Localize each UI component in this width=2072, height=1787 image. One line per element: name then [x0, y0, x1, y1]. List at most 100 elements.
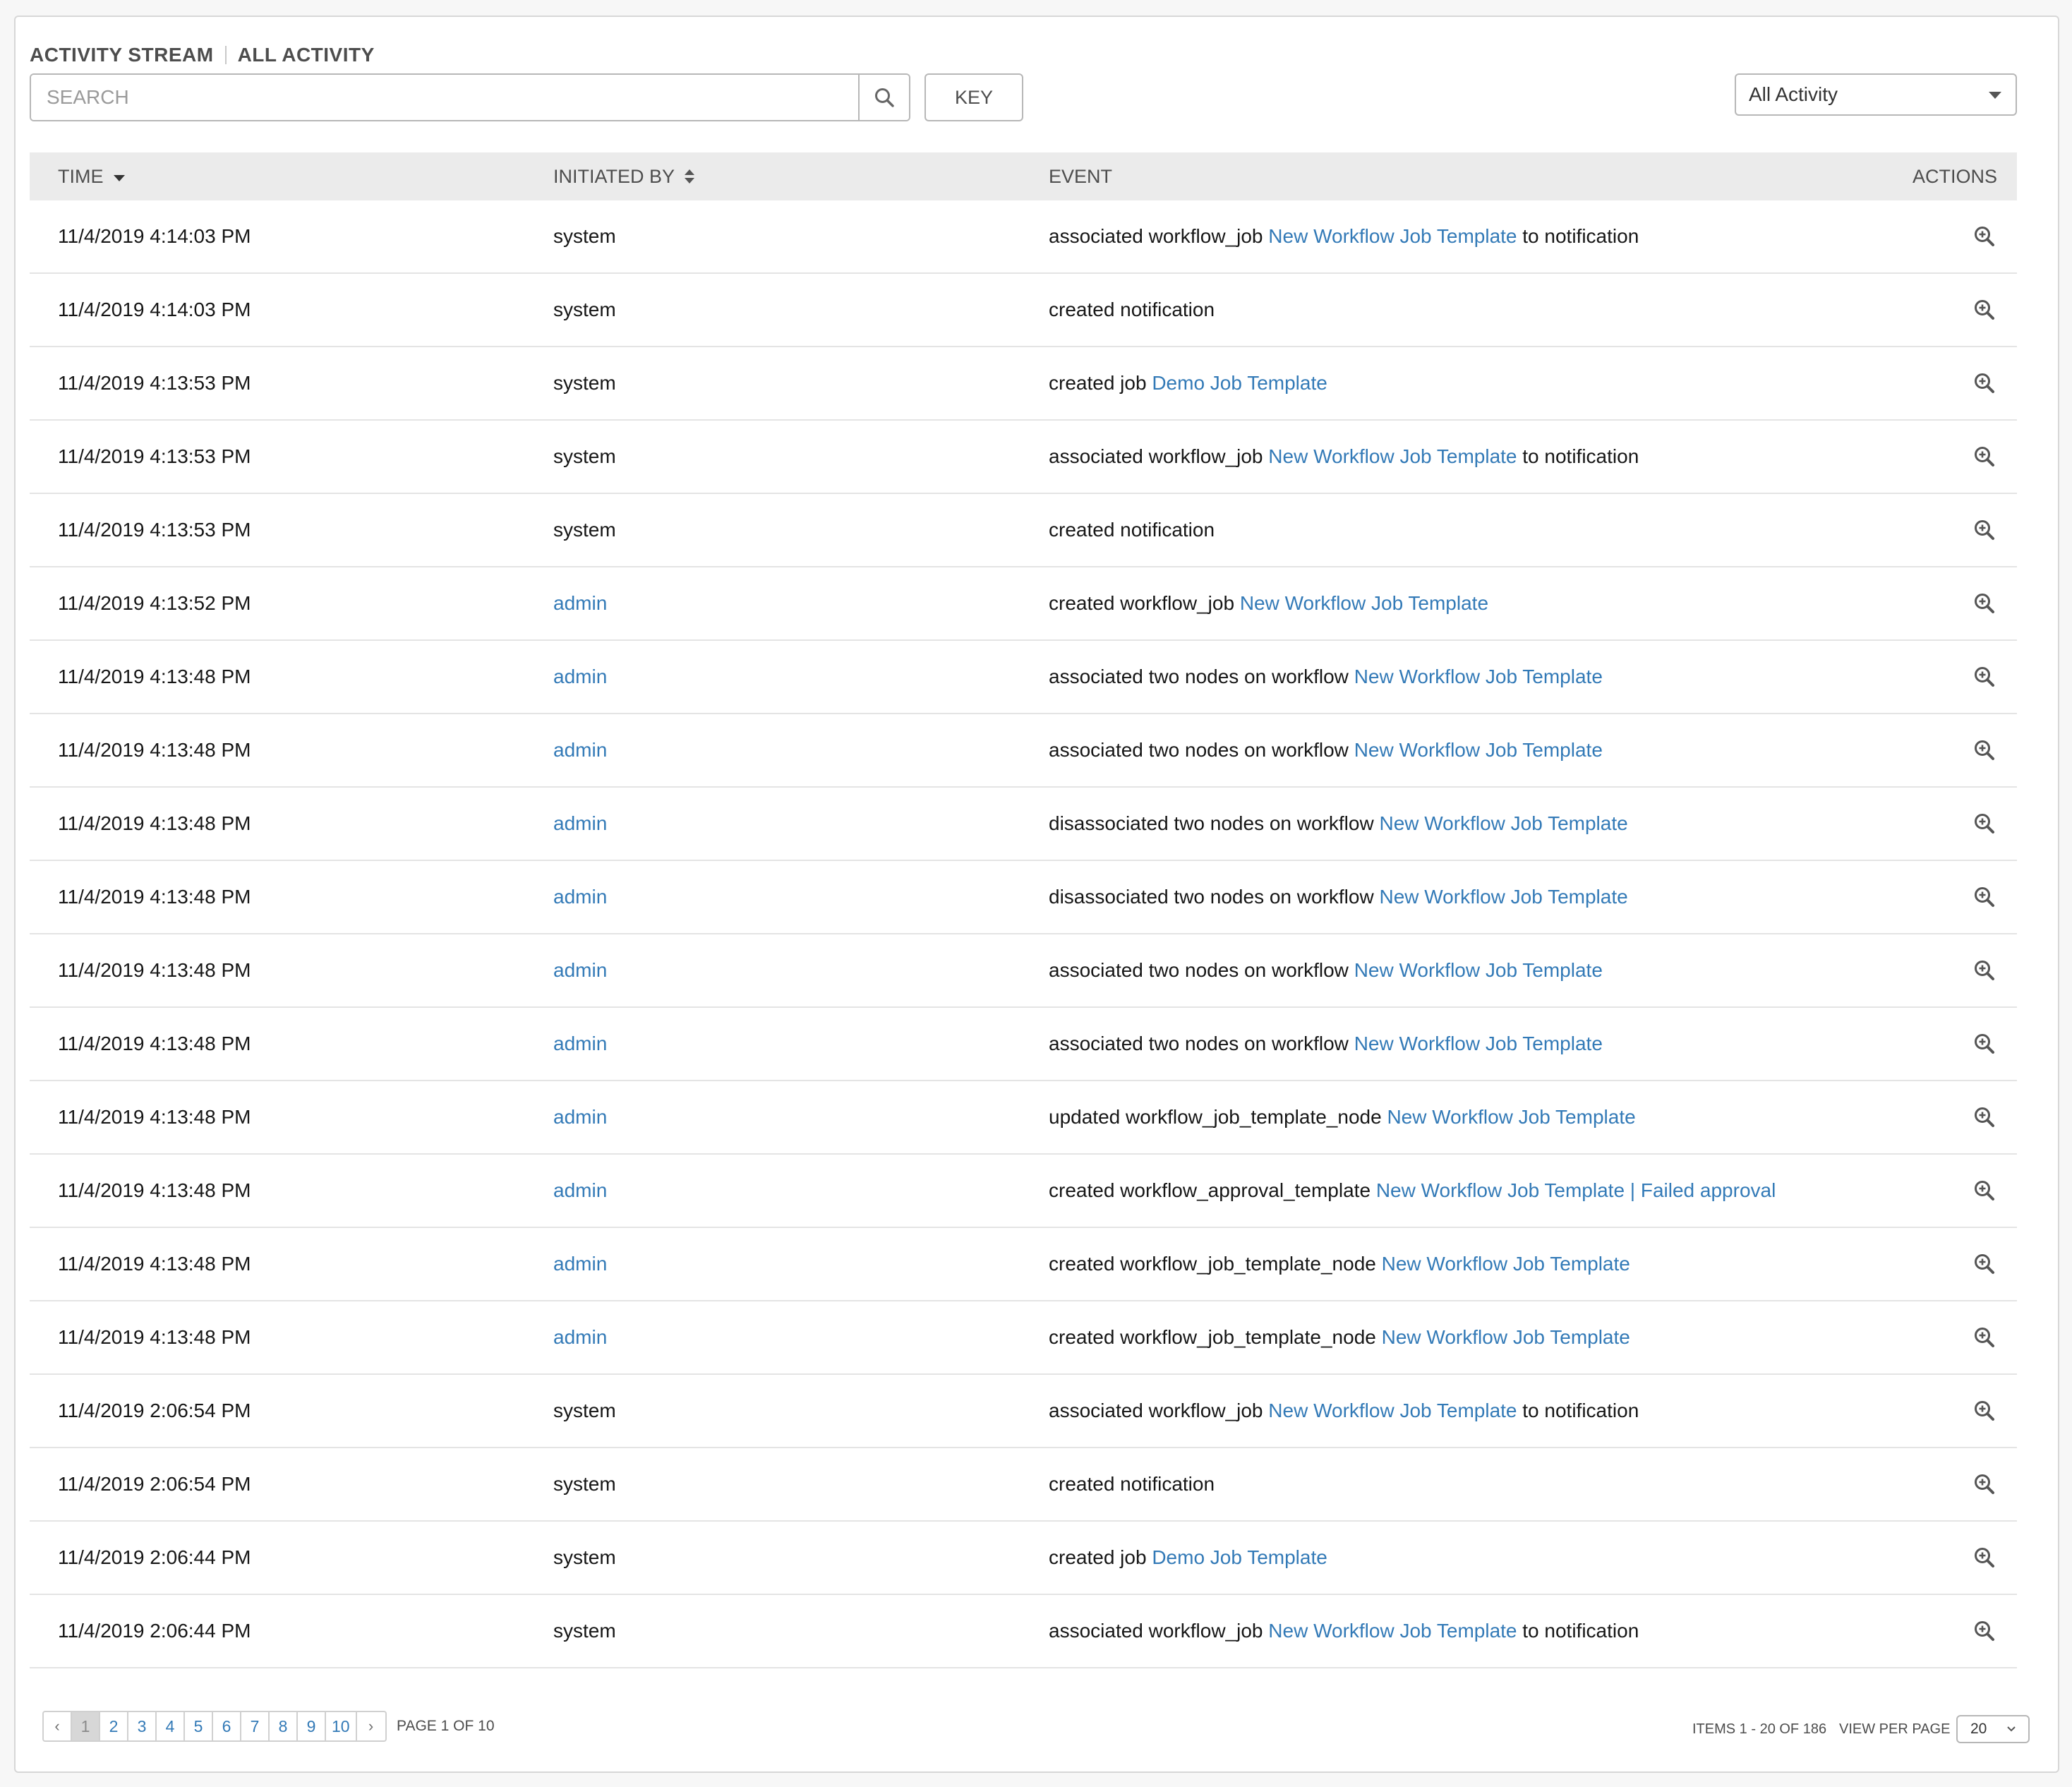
row-initiator: system	[553, 1400, 616, 1421]
row-time: 11/4/2019 4:13:48 PM	[58, 1033, 251, 1054]
initiator-link[interactable]: admin	[553, 1081, 607, 1153]
event-object-link[interactable]: New Workflow Job Template | Failed appro…	[1376, 1179, 1776, 1202]
table-row: 11/4/2019 4:13:48 PM admin created workflo…	[30, 1228, 2017, 1301]
view-details-button[interactable]	[1973, 1448, 1996, 1520]
row-time: 11/4/2019 4:13:53 PM	[58, 372, 251, 394]
event-object-link[interactable]: New Workflow Job Template	[1354, 666, 1603, 688]
event-object-link[interactable]: New Workflow Job Template	[1379, 812, 1627, 835]
view-details-button[interactable]	[1973, 1155, 1996, 1227]
view-details-button[interactable]	[1973, 1228, 1996, 1300]
view-details-button[interactable]	[1973, 567, 1996, 639]
search-button[interactable]	[858, 75, 909, 120]
pagination-page-4[interactable]: 4	[157, 1712, 185, 1740]
table-row: 11/4/2019 4:13:48 PM admin disassociated t…	[30, 788, 2017, 861]
view-details-button[interactable]	[1973, 494, 1996, 566]
table-row: 11/4/2019 4:13:53 PM system created notifi…	[30, 494, 2017, 567]
pagination-page-10[interactable]: 10	[326, 1712, 357, 1740]
row-event: created workflow_job New Workflow Job Te…	[1049, 567, 1488, 639]
event-object-link[interactable]: New Workflow Job Template	[1354, 959, 1603, 982]
event-text: disassociated two nodes on workflow	[1049, 886, 1374, 908]
view-details-button[interactable]	[1973, 1081, 1996, 1153]
initiator-link[interactable]: admin	[553, 861, 607, 933]
activity-table-body: 11/4/2019 4:14:03 PM system associated wor…	[30, 200, 2017, 1668]
pagination-prev-button[interactable]: ‹	[44, 1712, 72, 1740]
row-time: 11/4/2019 4:13:48 PM	[58, 959, 251, 981]
pagination-page-1[interactable]: 1	[72, 1712, 100, 1740]
view-details-button[interactable]	[1973, 274, 1996, 346]
row-time: 11/4/2019 4:14:03 PM	[58, 299, 251, 320]
initiator-link[interactable]: admin	[553, 567, 607, 639]
pagination-page-6[interactable]: 6	[213, 1712, 241, 1740]
zoom-in-icon	[1975, 1254, 1994, 1274]
row-time: 11/4/2019 4:13:48 PM	[58, 1106, 251, 1128]
event-object-link[interactable]: Demo Job Template	[1152, 1546, 1327, 1569]
view-details-button[interactable]	[1973, 714, 1996, 786]
view-details-button[interactable]	[1973, 347, 1996, 419]
table-row: 11/4/2019 2:06:54 PM system associated wor…	[30, 1375, 2017, 1448]
row-time: 11/4/2019 4:14:03 PM	[58, 225, 251, 247]
view-details-button[interactable]	[1973, 1008, 1996, 1080]
event-object-link[interactable]: New Workflow Job Template	[1268, 225, 1517, 248]
row-time: 11/4/2019 4:13:48 PM	[58, 886, 251, 908]
event-object-link[interactable]: New Workflow Job Template	[1382, 1326, 1630, 1349]
view-details-button[interactable]	[1973, 1301, 1996, 1373]
column-header-time-label: TIME	[58, 165, 104, 187]
view-details-button[interactable]	[1973, 861, 1996, 933]
initiator-link[interactable]: admin	[553, 1155, 607, 1227]
event-object-link[interactable]: New Workflow Job Template	[1354, 739, 1603, 762]
view-details-button[interactable]	[1973, 1522, 1996, 1594]
initiator-link[interactable]: admin	[553, 934, 607, 1006]
table-row: 11/4/2019 4:13:48 PM admin associated two …	[30, 641, 2017, 714]
activity-filter-select[interactable]: All Activity	[1735, 73, 2017, 116]
event-object-link[interactable]: New Workflow Job Template	[1268, 1400, 1517, 1422]
event-object-link[interactable]: New Workflow Job Template	[1379, 886, 1627, 908]
pagination-page-8[interactable]: 8	[270, 1712, 298, 1740]
search-bar	[30, 73, 910, 121]
row-time: 11/4/2019 2:06:54 PM	[58, 1400, 251, 1421]
event-text: created notification	[1049, 519, 1215, 541]
initiator-link[interactable]: admin	[553, 788, 607, 860]
sort-icon	[685, 169, 695, 183]
row-event: associated workflow_job New Workflow Job…	[1049, 421, 1639, 493]
event-object-link[interactable]: New Workflow Job Template	[1240, 592, 1488, 615]
zoom-in-icon	[1975, 814, 1994, 834]
view-details-button[interactable]	[1973, 200, 1996, 272]
event-object-link[interactable]: New Workflow Job Template	[1354, 1033, 1603, 1055]
table-row: 11/4/2019 4:13:53 PM system associated wor…	[30, 421, 2017, 494]
row-event: disassociated two nodes on workflow New …	[1049, 861, 1628, 933]
event-object-link[interactable]: New Workflow Job Template	[1268, 1620, 1517, 1642]
initiator-link[interactable]: admin	[553, 1008, 607, 1080]
pagination-next-button[interactable]: ›	[357, 1712, 385, 1740]
zoom-in-icon	[1975, 1548, 1994, 1568]
pagination-page-5[interactable]: 5	[185, 1712, 213, 1740]
view-details-button[interactable]	[1973, 934, 1996, 1006]
initiator-link[interactable]: admin	[553, 714, 607, 786]
key-button[interactable]: KEY	[924, 73, 1023, 121]
search-input[interactable]	[31, 75, 858, 120]
event-text: associated workflow_job	[1049, 1620, 1263, 1642]
event-object-link[interactable]: New Workflow Job Template	[1268, 445, 1517, 468]
initiator-link[interactable]: admin	[553, 1228, 607, 1300]
view-details-button[interactable]	[1973, 788, 1996, 860]
pagination-page-7[interactable]: 7	[241, 1712, 270, 1740]
event-text: associated workflow_job	[1049, 445, 1263, 467]
initiator-link[interactable]: admin	[553, 1301, 607, 1373]
column-header-initiated-by[interactable]: INITIATED BY	[553, 152, 695, 200]
row-event: created notification	[1049, 494, 1215, 566]
event-object-link[interactable]: New Workflow Job Template	[1382, 1253, 1630, 1275]
initiator-link[interactable]: admin	[553, 641, 607, 713]
view-details-button[interactable]	[1973, 641, 1996, 713]
pagination-page-2[interactable]: 2	[100, 1712, 128, 1740]
view-details-button[interactable]	[1973, 1375, 1996, 1447]
event-object-link[interactable]: New Workflow Job Template	[1387, 1106, 1635, 1129]
row-event: associated two nodes on workflow New Wor…	[1049, 1008, 1603, 1080]
view-details-button[interactable]	[1973, 1595, 1996, 1667]
view-details-button[interactable]	[1973, 421, 1996, 493]
pagination-page-3[interactable]: 3	[128, 1712, 157, 1740]
column-header-time[interactable]: TIME	[58, 152, 125, 200]
row-event: created notification	[1049, 1448, 1215, 1520]
pagination-page-9[interactable]: 9	[298, 1712, 326, 1740]
per-page-select[interactable]: 20	[1956, 1715, 2030, 1743]
zoom-in-icon	[1975, 740, 1994, 760]
event-object-link[interactable]: Demo Job Template	[1152, 372, 1327, 395]
